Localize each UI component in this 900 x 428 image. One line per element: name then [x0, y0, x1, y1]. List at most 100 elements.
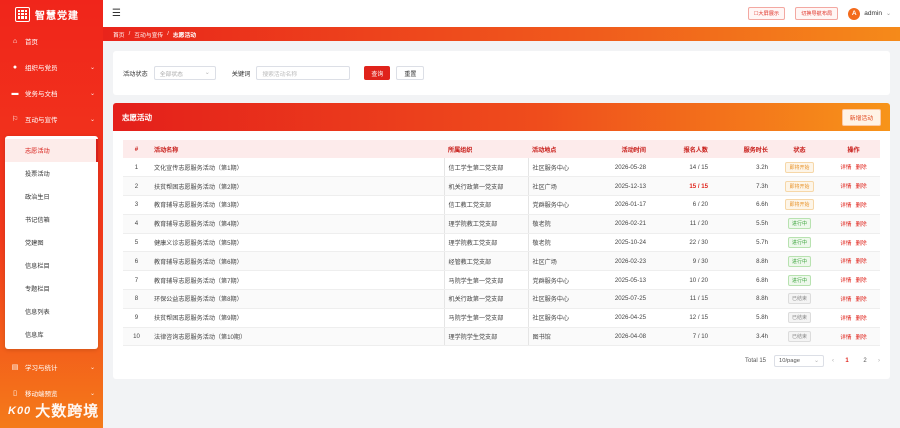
status-badge: 即将开始 — [785, 180, 814, 192]
delete-link[interactable]: 删除 — [856, 222, 867, 228]
cell-index: 6 — [123, 251, 150, 272]
cell-time: 2026-01-17 — [592, 195, 650, 215]
table-row: 5 健康义诊志愿服务活动（第5期） 理学院教工党支部 敬老院 2025-10-2… — [123, 233, 880, 253]
detail-link[interactable]: 详情 — [840, 165, 851, 171]
cell-status: 进行中 — [772, 251, 827, 272]
cell-time: 2026-05-28 — [592, 158, 650, 178]
cell-time: 2025-10-24 — [592, 233, 650, 253]
detail-link[interactable]: 详情 — [840, 184, 851, 190]
submenu-item-7[interactable]: 信息列表 — [5, 300, 98, 323]
sidebar-bottom-item-0[interactable]: ▤ 学习与统计 ⌄ — [0, 354, 103, 380]
page-size-select[interactable]: 10/page ⌄ — [774, 355, 824, 367]
detail-link[interactable]: 详情 — [840, 297, 851, 303]
cell-name: 教育辅导志愿服务活动（第6期） — [150, 251, 444, 272]
app-logo[interactable]: 智慧党建 — [0, 0, 103, 28]
submenu-item-4[interactable]: 党建图 — [5, 231, 98, 254]
cell-org: 信工教工党支部 — [443, 195, 528, 215]
breadcrumb: 首页 / 互动与宣传 / 志愿活动 — [103, 27, 900, 41]
table-row: 4 教育辅导志愿服务活动（第4期） 理学院教工党支部 敬老院 2026-02-2… — [123, 214, 880, 234]
menu-toggle-icon[interactable]: ☰ — [112, 8, 121, 19]
chevron-down-icon: ⌄ — [814, 358, 819, 364]
sidebar-item-0[interactable]: ⌂ 首页 — [0, 28, 103, 54]
fullscreen-button[interactable]: ☐大屏展示 — [747, 7, 786, 20]
page-number-2[interactable]: 2 — [860, 358, 870, 364]
table-row: 8 环保公益志愿服务活动（第8期） 机关行政第一党支部 社区服务中心 2025-… — [123, 289, 880, 309]
card-header: 志愿活动 新增活动 — [113, 103, 890, 131]
submenu-item-1[interactable]: 投票活动 — [5, 162, 98, 185]
detail-link[interactable]: 详情 — [840, 335, 851, 341]
folder-icon: ▬ — [11, 89, 19, 97]
cell-status: 即将开始 — [772, 158, 827, 178]
username: admin — [864, 10, 882, 17]
cell-hours: 8.8h — [712, 289, 772, 309]
sidebar-item-3[interactable]: ⚐ 互动与宣传 ⌄ — [0, 106, 103, 132]
detail-link[interactable]: 详情 — [840, 278, 851, 284]
submenu-item-5[interactable]: 信息栏目 — [5, 254, 98, 277]
cell-time: 2025-12-13 — [592, 176, 650, 197]
search-button[interactable]: 查询 — [364, 66, 391, 80]
cell-org: 理学院教工党支部 — [443, 233, 528, 253]
sidebar-item-label: 学习与统计 — [25, 365, 58, 372]
chevron-down-icon: ⌄ — [204, 70, 210, 76]
delete-link[interactable]: 删除 — [856, 316, 867, 322]
chevron-down-icon: ⌄ — [89, 364, 95, 371]
submenu-item-2[interactable]: 政治生日 — [5, 185, 98, 208]
reset-button[interactable]: 重置 — [396, 66, 425, 80]
watermark-text: 大数跨境 — [35, 403, 100, 420]
delete-link[interactable]: 删除 — [856, 335, 867, 341]
table-row: 2 扶贫帮困志愿服务活动（第2期） 机关行政第一党支部 社区广场 2025-12… — [123, 176, 880, 197]
detail-link[interactable]: 详情 — [840, 259, 851, 265]
cell-name: 健康义诊志愿服务活动（第5期） — [150, 233, 444, 253]
cell-signups: 15 / 15 — [650, 176, 712, 197]
cell-signups: 9 / 30 — [650, 251, 712, 272]
cell-time: 2025-07-25 — [592, 289, 650, 309]
keyword-input[interactable]: 搜索活动名称 — [256, 66, 351, 80]
detail-link[interactable]: 详情 — [840, 316, 851, 322]
cell-hours: 3.2h — [712, 158, 772, 178]
table-header-row: # 活动名称 所属组织 活动地点 活动时间 报名人数 服务时长 状态 操作 — [123, 140, 880, 158]
user-menu[interactable]: A admin ⌄ — [848, 7, 891, 20]
cell-org: 经管教工党支部 — [443, 251, 528, 272]
breadcrumb-item-home[interactable]: 首页 — [113, 30, 125, 39]
cell-org: 马院学生第一党支部 — [443, 270, 528, 291]
submenu-item-0[interactable]: 志愿活动 — [5, 139, 98, 162]
prev-page-icon[interactable]: ‹ — [832, 358, 834, 364]
home-icon: ⌂ — [12, 37, 18, 45]
sidebar-item-1[interactable]: ● 组织与党员 ⌄ — [0, 54, 103, 80]
delete-link[interactable]: 删除 — [856, 297, 867, 303]
chevron-down-icon: ⌄ — [885, 11, 891, 17]
delete-link[interactable]: 删除 — [856, 203, 867, 209]
delete-link[interactable]: 删除 — [856, 241, 867, 247]
chevron-down-icon: ⌄ — [89, 116, 95, 123]
status-badge: 进行中 — [787, 237, 811, 249]
sidebar-item-2[interactable]: ▬ 党务与文档 ⌄ — [0, 80, 103, 106]
cell-name: 教育辅导志愿服务活动（第7期） — [150, 270, 444, 291]
cell-index: 9 — [123, 308, 150, 328]
detail-link[interactable]: 详情 — [840, 241, 851, 247]
chevron-down-icon: ⌄ — [89, 390, 95, 397]
switch-layout-button[interactable]: 切换导航布局 — [795, 7, 839, 20]
delete-link[interactable]: 删除 — [856, 278, 867, 284]
cell-signups: 14 / 15 — [650, 158, 712, 178]
page-number-1[interactable]: 1 — [842, 358, 852, 364]
cell-status: 进行中 — [772, 270, 827, 291]
status-select[interactable]: 全部状态 ⌄ — [153, 66, 216, 80]
next-page-icon[interactable]: › — [878, 358, 880, 364]
chart-icon: ▤ — [11, 364, 19, 371]
submenu-item-6[interactable]: 专题栏目 — [5, 277, 98, 300]
delete-link[interactable]: 删除 — [856, 259, 867, 265]
detail-link[interactable]: 详情 — [840, 203, 851, 209]
add-activity-button[interactable]: 新增活动 — [841, 108, 881, 126]
status-badge: 已结束 — [787, 331, 811, 343]
delete-link[interactable]: 删除 — [856, 184, 867, 190]
cell-index: 2 — [123, 176, 150, 197]
watermark-logo: K00 — [8, 404, 32, 417]
submenu-item-8[interactable]: 信息库 — [5, 323, 98, 346]
cell-location: 社区服务中心 — [527, 289, 592, 309]
delete-link[interactable]: 删除 — [856, 165, 867, 171]
submenu-item-3[interactable]: 书记信箱 — [5, 208, 98, 231]
filter-panel: 活动状态 全部状态 ⌄ 关键词 搜索活动名称 查询 重置 — [113, 51, 890, 95]
cell-name: 扶贫帮困志愿服务活动（第2期） — [150, 176, 444, 197]
detail-link[interactable]: 详情 — [840, 222, 851, 228]
breadcrumb-item-interaction[interactable]: 互动与宣传 — [134, 30, 163, 39]
